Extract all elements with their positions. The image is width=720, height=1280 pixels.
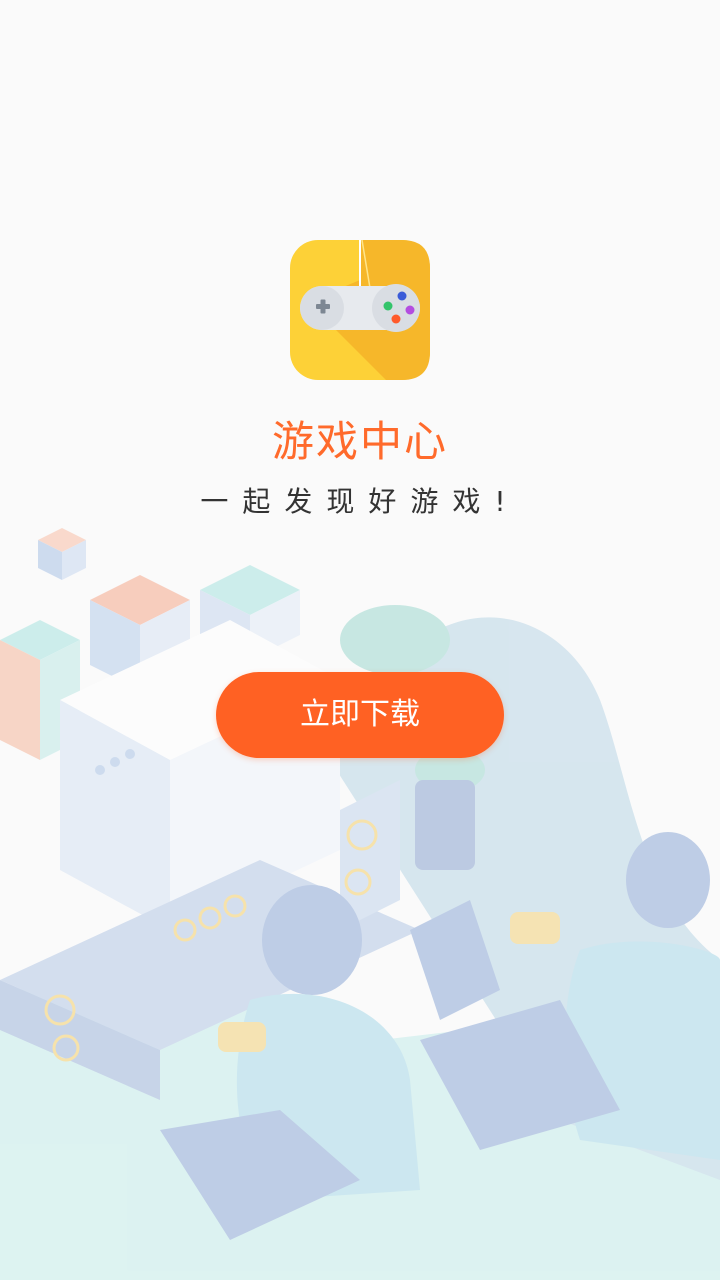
download-button[interactable]: 立即下载 — [216, 672, 504, 758]
app-slogan: 一起发现好游戏! — [200, 485, 520, 518]
gamepad-icon — [290, 240, 430, 380]
gaming-illustration — [0, 528, 720, 1280]
splash-screen: 游戏中心 一起发现好游戏! 立即下载 — [0, 0, 720, 1280]
app-title: 游戏中心 — [271, 417, 448, 466]
